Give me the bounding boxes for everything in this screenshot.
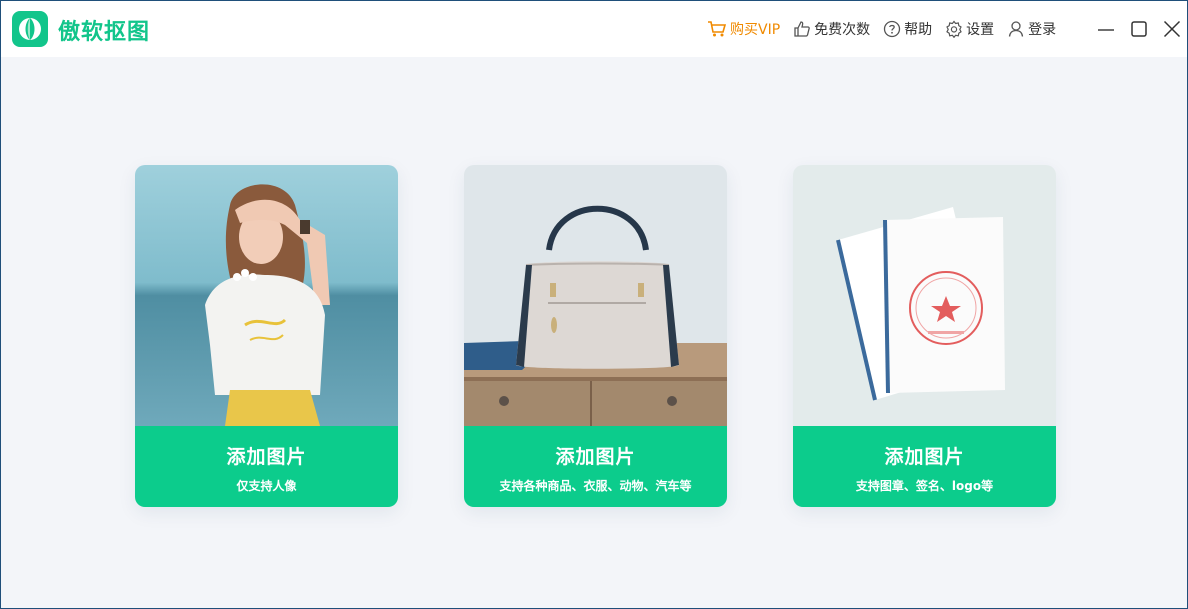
card-footer: 添加图片 支持各种商品、衣服、动物、汽车等 (464, 426, 727, 507)
add-image-card-product[interactable]: 添加图片 支持各种商品、衣服、动物、汽车等 (464, 165, 727, 507)
card-title: 添加图片 (226, 446, 307, 468)
buy-vip-label: 购买VIP (730, 22, 781, 38)
app-logo-icon (12, 11, 48, 47)
card-footer: 添加图片 仅支持人像 (135, 426, 398, 507)
close-button[interactable] (1161, 18, 1183, 40)
title-bar: 傲软抠图 购买VIP 免费次数 帮助 设置 登录 (1, 1, 1187, 57)
free-count-button[interactable]: 免费次数 (793, 19, 870, 39)
add-image-card-portrait[interactable]: 添加图片 仅支持人像 (135, 165, 398, 507)
card-footer: 添加图片 支持图章、签名、logo等 (793, 426, 1056, 507)
handbag-product-photo (464, 165, 727, 426)
settings-label: 设置 (966, 22, 995, 38)
user-icon (1009, 21, 1024, 37)
app-title: 傲软抠图 (58, 20, 151, 45)
buy-vip-button[interactable]: 购买VIP (707, 19, 780, 39)
help-button[interactable]: 帮助 (883, 19, 932, 39)
help-icon (884, 20, 901, 38)
window-controls (1095, 18, 1188, 40)
settings-button[interactable]: 设置 (945, 19, 994, 39)
stamped-document-photo (793, 165, 1056, 426)
minimize-button[interactable] (1095, 18, 1117, 40)
top-nav: 购买VIP 免费次数 帮助 设置 登录 (707, 18, 1069, 40)
minimize-icon (1098, 29, 1114, 31)
help-label: 帮助 (904, 22, 933, 38)
card-subtitle: 支持各种商品、衣服、动物、汽车等 (499, 479, 692, 493)
thumbs-up-icon (794, 21, 810, 37)
cart-icon (708, 21, 727, 37)
portrait-photo (135, 165, 398, 426)
login-label: 登录 (1028, 22, 1057, 38)
card-title: 添加图片 (884, 446, 965, 468)
card-title: 添加图片 (555, 446, 636, 468)
close-icon (1163, 20, 1181, 38)
login-button[interactable]: 登录 (1007, 19, 1056, 39)
card-subtitle: 仅支持人像 (236, 479, 297, 493)
maximize-button[interactable] (1128, 18, 1150, 40)
card-subtitle: 支持图章、签名、logo等 (855, 479, 994, 493)
gear-icon (946, 20, 962, 38)
app-window: 傲软抠图 购买VIP 免费次数 帮助 设置 登录 添加图片 仅支持人像 添加图片… (0, 0, 1188, 609)
add-image-card-stamp[interactable]: 添加图片 支持图章、签名、logo等 (793, 165, 1056, 507)
free-count-label: 免费次数 (814, 22, 871, 38)
maximize-icon (1131, 21, 1147, 37)
